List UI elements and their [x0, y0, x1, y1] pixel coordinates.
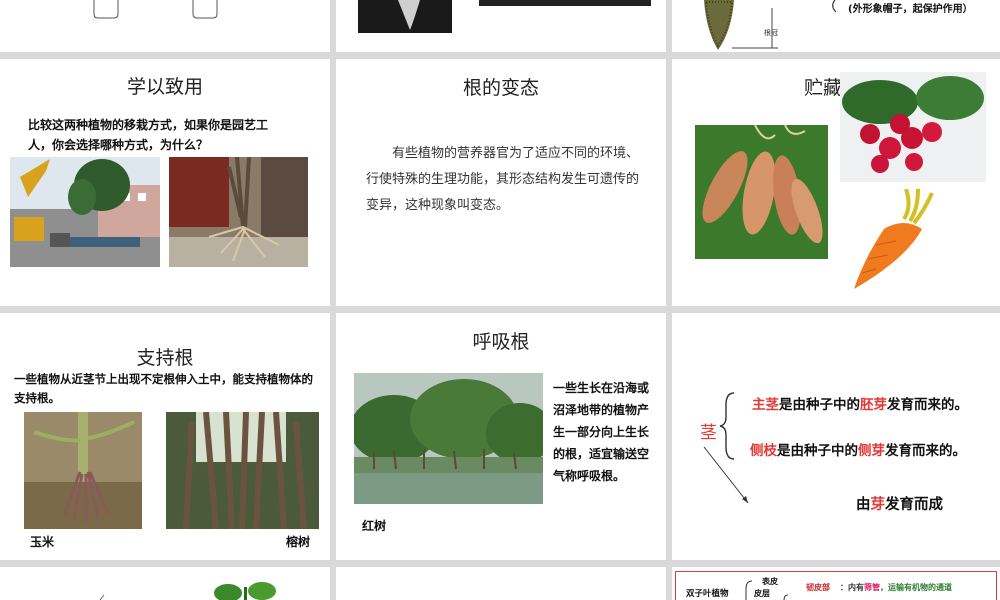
slide-title: 支持根	[136, 347, 194, 369]
slide-root-tip-3[interactable]: 根冠 (外形象帽子，起保护作用）	[672, 0, 1000, 52]
metamorphosis-body: 有些植物的营养器官为了适应不同的环境、行使特殊的生理功能，其形态结构发生可遗传的…	[366, 146, 640, 213]
slide-title: 贮藏	[804, 77, 843, 99]
mangrove-caption: 红树	[362, 519, 387, 533]
radish-photo	[840, 72, 986, 182]
breathing-root-body: 一些生长在沿海或沼泽地带的植物产生一部分向上生长的根，适宜输送空气称呼吸根。	[553, 381, 650, 483]
mangrove-photo	[354, 373, 543, 504]
corn-label: 玉米	[30, 535, 55, 549]
side-branch-term: 侧枝	[750, 443, 777, 459]
support-root-body: 一些植物从近茎节上出现不定根伸入土中，能支持植物体的支持根。	[14, 372, 313, 405]
epidermis-label: 表皮	[762, 577, 778, 586]
side-branch-end: 发育而来的。	[885, 443, 966, 459]
slide-root-tip-2[interactable]	[336, 0, 666, 52]
slide-breathing-root[interactable]: 呼吸根 一些生长在沿海或沼泽地带的植物产生一部分向上生长的根，适宜输送空气称呼吸…	[336, 313, 666, 560]
phloem-description: ：内有筛管，运输有机物的通道	[840, 582, 952, 593]
carrot-photo	[846, 189, 950, 291]
slide-root-tip-1[interactable]	[0, 0, 330, 52]
phloem-desc-a: ：内有	[840, 583, 864, 592]
root-ball-photo	[169, 157, 308, 267]
side-branch-line: 侧枝是由种子中的侧芽发育而来的。	[750, 439, 966, 459]
apply-question: 比较这两种植物的移栽方式，如果你是园艺工人，你会选择哪种方式，为什么？	[28, 118, 269, 152]
stem-brace-and-arrow	[703, 392, 749, 504]
slide-title: 根的变态	[462, 77, 539, 99]
slide-support-root[interactable]: 支持根 一些植物从近茎节上出现不定根伸入土中，能支持植物体的支持根。 玉米 榕树	[0, 313, 330, 560]
root-photo-left	[358, 0, 452, 33]
seedling-photo	[99, 582, 276, 600]
plumule-term: 胚芽	[860, 397, 887, 413]
banyan-root-photo	[166, 412, 319, 529]
slide-stem[interactable]: 茎 主茎是由种子中的胚芽发育而来的。 侧枝是由种子中的侧芽发育而来的。 由芽发育…	[672, 313, 1000, 560]
slide-dicot-structure[interactable]: 双子叶植物 表皮 皮层 韧皮部 ：内有筛管，运输有机物的通道	[672, 567, 1000, 600]
root-photo-right	[479, 0, 651, 6]
main-stem-text: 是由种子中的	[779, 397, 860, 413]
cortex-label: 皮层	[754, 589, 770, 598]
bud-development-line: 由芽发育而成	[856, 493, 943, 514]
sieve-tube-term: 筛管	[864, 583, 880, 592]
slide-storage[interactable]: 贮藏	[672, 59, 1000, 306]
root-cap-label: 根冠	[764, 29, 778, 37]
corn-root-photo	[24, 412, 142, 529]
lateral-bud-term: 侧芽	[858, 443, 885, 459]
slide-metamorphosis[interactable]: 根的变态 有些植物的营养器官为了适应不同的环境、行使特殊的生理功能，其形态结构发…	[336, 59, 666, 306]
crane-transplant-photo	[10, 157, 160, 267]
banyan-label: 榕树	[286, 535, 311, 549]
slide-row4-1[interactable]	[0, 567, 330, 600]
main-stem-line: 主茎是由种子中的胚芽发育而来的。	[752, 393, 968, 413]
bud-term: 芽	[870, 497, 886, 513]
side-branch-text: 是由种子中的	[777, 443, 858, 459]
sweet-potato-photo	[695, 125, 828, 259]
slide-title: 学以致用	[126, 76, 203, 98]
phloem-desc-c: ，运输有机物的通道	[880, 583, 952, 592]
bud-line-post: 发育而成	[885, 497, 943, 513]
slide-row4-2[interactable]	[336, 567, 666, 600]
slide-apply[interactable]: 学以致用 比较这两种植物的移栽方式，如果你是园艺工人，你会选择哪种方式，为什么？	[0, 59, 330, 306]
root-cap-note: (外形象帽子，起保护作用）	[848, 4, 973, 15]
phloem-label: 韧皮部	[806, 583, 830, 592]
main-stem-end: 发育而来的。	[887, 397, 968, 413]
seedling-drawing	[93, 0, 218, 19]
slide-title: 呼吸根	[472, 331, 530, 353]
bud-line-pre: 由	[856, 497, 871, 513]
main-stem-term: 主茎	[752, 397, 779, 413]
